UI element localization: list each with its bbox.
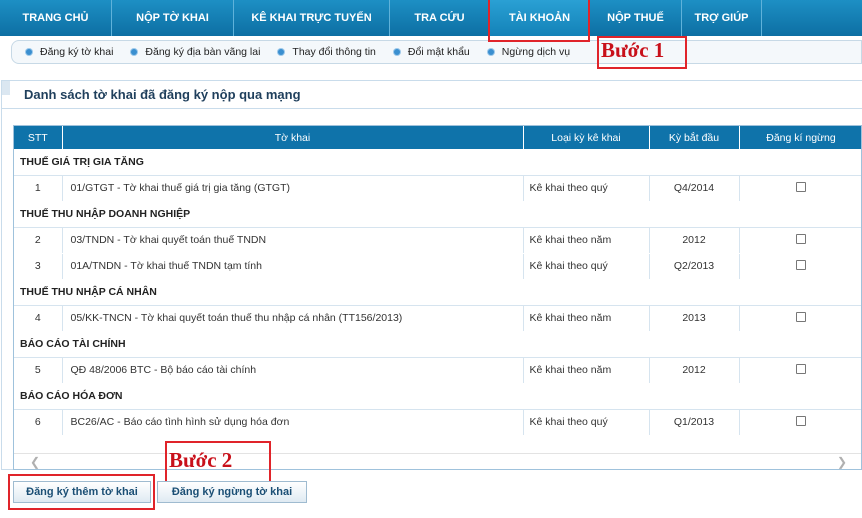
cell-stt: 1 (14, 175, 63, 202)
cell-stop (739, 227, 861, 254)
cell-period-type: Kê khai theo quý (523, 253, 650, 280)
table-row: 1 01/GTGT - Tờ khai thuế giá trị gia tăn… (14, 175, 861, 202)
scroll-left-icon[interactable]: ❮ (30, 455, 40, 469)
stop-checkbox[interactable] (796, 311, 806, 322)
cell-start-period: Q4/2014 (649, 175, 740, 202)
cell-stop (739, 409, 861, 436)
step1-highlight-box (488, 0, 590, 42)
stop-checkbox[interactable] (796, 363, 806, 374)
subnav-dang-ky-dia-ban-vang-lai[interactable]: Đăng ký địa bàn vãng lai (131, 46, 260, 58)
subnav-dang-ky-to-khai[interactable]: Đăng ký tờ khai (26, 46, 113, 58)
stop-checkbox[interactable] (796, 415, 806, 426)
group-row: BÁO CÁO TÀI CHÍNH (14, 331, 861, 358)
nav-tra-cuu[interactable]: TRA CỨU (390, 0, 490, 36)
cell-stop (739, 253, 861, 280)
panel-header-accent (2, 81, 10, 95)
stop-checkbox[interactable] (796, 259, 806, 270)
cell-start-period: 2013 (649, 305, 740, 332)
cell-stt: 6 (14, 409, 63, 436)
bullet-icon (131, 49, 138, 55)
panel-title: Danh sách tờ khai đã đăng ký nộp qua mạn… (2, 81, 862, 109)
cell-period-type: Kê khai theo quý (523, 409, 650, 436)
group-label: THUẾ THU NHẬP CÁ NHÂN (14, 279, 861, 306)
nav-nop-to-khai[interactable]: NỘP TỜ KHAI (112, 0, 234, 36)
subnav-label: Ngừng dịch vụ (501, 46, 571, 58)
group-row: THUẾ GIÁ TRỊ GIA TĂNG (14, 149, 861, 176)
table-row: 3 01A/TNDN - Tờ khai thuế TNDN tạm tính … (14, 253, 861, 280)
add-form-button[interactable]: Đăng ký thêm tờ khai (13, 481, 151, 503)
cell-stt: 3 (14, 253, 63, 280)
cell-form: QĐ 48/2006 BTC - Bộ báo cáo tài chính (62, 357, 524, 384)
bullet-icon (26, 49, 32, 55)
subnav-doi-mat-khau[interactable]: Đổi mật khẩu (393, 46, 470, 58)
nav-tro-giup[interactable]: TRỢ GIÚP (682, 0, 762, 36)
cell-form: 03/TNDN - Tờ khai quyết toán thuế TNDN (62, 227, 524, 254)
cell-period-type: Kê khai theo năm (523, 357, 650, 384)
group-row: THUẾ THU NHẬP CÁ NHÂN (14, 279, 861, 306)
table-row: 2 03/TNDN - Tờ khai quyết toán thuế TNDN… (14, 227, 861, 254)
cell-start-period: Q2/2013 (649, 253, 740, 280)
table-row: 5 QĐ 48/2006 BTC - Bộ báo cáo tài chính … (14, 357, 861, 384)
forms-table: STT Tờ khai Loại kỳ kê khai Kỳ bắt đầu Đ… (14, 126, 861, 436)
table-header-row: STT Tờ khai Loại kỳ kê khai Kỳ bắt đầu Đ… (14, 126, 861, 149)
group-label: THUẾ GIÁ TRỊ GIA TĂNG (14, 149, 861, 176)
registered-forms-panel: Danh sách tờ khai đã đăng ký nộp qua mạn… (1, 80, 862, 470)
col-header-stt: STT (14, 126, 63, 149)
cell-stt: 2 (14, 227, 63, 254)
cell-stt: 5 (14, 357, 63, 384)
cell-period-type: Kê khai theo năm (523, 227, 650, 254)
cell-start-period: 2012 (649, 227, 740, 254)
cell-stop (739, 305, 861, 332)
subnav-label: Đăng ký tờ khai (40, 46, 114, 58)
subnav-label: Thay đổi thông tin (292, 46, 376, 58)
bullet-icon (393, 49, 400, 55)
cell-period-type: Kê khai theo năm (523, 305, 650, 332)
cell-form: 01A/TNDN - Tờ khai thuế TNDN tạm tính (62, 253, 524, 280)
stop-checkbox[interactable] (796, 181, 806, 192)
bullet-icon (487, 49, 494, 55)
cell-stt: 4 (14, 305, 63, 332)
table-row: 4 05/KK-TNCN - Tờ khai quyết toán thuế t… (14, 305, 861, 332)
group-row: THUẾ THU NHẬP DOANH NGHIỆP (14, 201, 861, 228)
stop-checkbox[interactable] (796, 233, 806, 244)
top-nav: TRANG CHỦ NỘP TỜ KHAI KÊ KHAI TRỰC TUYẾN… (0, 0, 862, 36)
nav-trang-chu[interactable]: TRANG CHỦ (0, 0, 112, 36)
group-label: THUẾ THU NHẬP DOANH NGHIỆP (14, 201, 861, 228)
cell-form: 01/GTGT - Tờ khai thuế giá trị gia tăng … (62, 175, 524, 202)
subnav-ngung-dich-vu[interactable]: Ngừng dịch vụ (487, 46, 571, 58)
scroll-right-icon[interactable]: ❯ (837, 455, 847, 469)
nav-nop-thue[interactable]: NỘP THUẾ (590, 0, 682, 36)
sub-nav: Đăng ký tờ khai Đăng ký địa bàn vãng lai… (11, 40, 862, 64)
stop-form-button[interactable]: Đăng ký ngừng tờ khai (157, 481, 307, 503)
cell-form: 05/KK-TNCN - Tờ khai quyết toán thuế thu… (62, 305, 524, 332)
step1-label: Bước 1 (601, 38, 665, 62)
col-header-form: Tờ khai (62, 126, 524, 149)
group-row: BÁO CÁO HÓA ĐƠN (14, 383, 861, 410)
cell-form: BC26/AC - Báo cáo tình hình sử dụng hóa … (62, 409, 524, 436)
col-header-start-period: Kỳ bắt đầu (649, 126, 740, 149)
table-row: 6 BC26/AC - Báo cáo tình hình sử dụng hó… (14, 409, 861, 436)
group-label: BÁO CÁO TÀI CHÍNH (14, 331, 861, 358)
group-label: BÁO CÁO HÓA ĐƠN (14, 383, 861, 410)
step2-label: Bước 2 (169, 448, 233, 472)
horizontal-scrollbar[interactable]: ❮ ❯ (14, 453, 861, 469)
subnav-label: Đổi mật khẩu (407, 46, 470, 58)
cell-start-period: 2012 (649, 357, 740, 384)
cell-start-period: Q1/2013 (649, 409, 740, 436)
col-header-period-type: Loại kỳ kê khai (523, 126, 650, 149)
subnav-label: Đăng ký địa bàn vãng lai (145, 46, 261, 58)
cell-period-type: Kê khai theo quý (523, 175, 650, 202)
col-header-stop: Đăng kí ngừng (739, 126, 861, 149)
bullet-icon (278, 49, 285, 55)
cell-stop (739, 357, 861, 384)
subnav-thay-doi-thong-tin[interactable]: Thay đổi thông tin (278, 46, 376, 58)
nav-ke-khai-truc-tuyen[interactable]: KÊ KHAI TRỰC TUYẾN (234, 0, 390, 36)
forms-table-container: STT Tờ khai Loại kỳ kê khai Kỳ bắt đầu Đ… (13, 125, 862, 470)
cell-stop (739, 175, 861, 202)
